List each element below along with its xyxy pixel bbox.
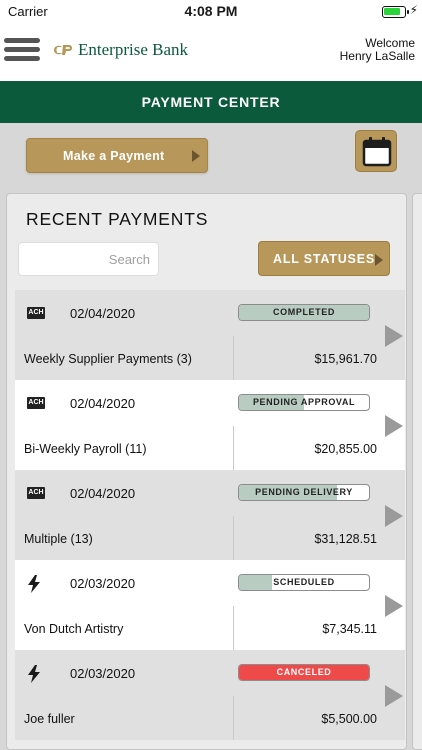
all-statuses-filter-button[interactable]: ALL STATUSES xyxy=(258,241,390,276)
payment-row[interactable]: ACH 02/04/2020 PENDING APPROVAL Bi-Weekly P… xyxy=(15,380,405,470)
payment-amount: $5,500.00 xyxy=(321,712,377,726)
status-text: PENDING APPROVAL xyxy=(252,397,356,407)
row-divider xyxy=(233,516,234,560)
wire-bolt-icon xyxy=(27,665,45,683)
row-divider xyxy=(233,606,234,650)
status-badge: SCHEDULED xyxy=(238,574,370,591)
brand-logo: Enterprise Bank xyxy=(52,38,188,62)
chevron-right-icon[interactable] xyxy=(385,505,403,527)
payment-date: 02/03/2020 xyxy=(70,666,136,681)
row-divider xyxy=(233,696,234,740)
user-name: Henry LaSalle xyxy=(339,49,415,63)
row-divider xyxy=(233,426,234,470)
payee-name: Von Dutch Artistry xyxy=(24,622,124,636)
payment-date: 02/04/2020 xyxy=(70,486,136,501)
chevron-right-icon[interactable] xyxy=(385,325,403,347)
payment-row[interactable]: 02/03/2020 SCHEDULED Von Dutch Artistry $7,… xyxy=(15,560,405,650)
welcome-message: Welcome Henry LaSalle xyxy=(340,37,415,63)
search-input[interactable] xyxy=(18,242,159,276)
payment-date: 02/04/2020 xyxy=(70,396,136,411)
status-badge: PENDING DELIVERY xyxy=(238,484,370,501)
payment-row[interactable]: ACH 02/04/2020 COMPLETED Weekly Supplier Pa… xyxy=(15,290,405,380)
payee-name: Weekly Supplier Payments (3) xyxy=(24,352,192,366)
payment-row[interactable]: ACH 02/04/2020 PENDING DELIVERY Multiple (1… xyxy=(15,470,405,560)
play-arrow-icon xyxy=(192,150,200,162)
status-text: PENDING DELIVERY xyxy=(255,487,353,497)
status-badge: COMPLETED xyxy=(238,304,370,321)
chevron-right-icon[interactable] xyxy=(385,595,403,617)
make-payment-label: Make a Payment xyxy=(63,149,165,163)
ach-icon: ACH xyxy=(27,307,45,319)
status-badge: PENDING APPROVAL xyxy=(238,394,370,411)
page-title: PAYMENT CENTER xyxy=(141,94,281,110)
payee-name: Joe fuller xyxy=(24,712,75,726)
status-text: SCHEDULED xyxy=(273,577,335,587)
menu-icon[interactable] xyxy=(4,38,40,64)
payment-amount: $31,128.51 xyxy=(314,532,377,546)
play-arrow-icon xyxy=(375,254,383,266)
payee-name: Multiple (13) xyxy=(24,532,93,546)
make-payment-button[interactable]: Make a Payment xyxy=(26,138,208,173)
ach-icon: ACH xyxy=(27,397,45,409)
payment-amount: $20,855.00 xyxy=(314,442,377,456)
status-text: COMPLETED xyxy=(273,307,335,317)
ach-icon: ACH xyxy=(27,487,45,499)
status-badge: CANCELED xyxy=(238,664,370,681)
chevron-right-icon[interactable] xyxy=(385,685,403,707)
recent-payments-title: RECENT PAYMENTS xyxy=(26,209,209,229)
chevron-right-icon[interactable] xyxy=(385,415,403,437)
payment-date: 02/04/2020 xyxy=(70,306,136,321)
title-bar: PAYMENT CENTER xyxy=(0,81,422,123)
charging-icon: ⚡ xyxy=(409,3,418,17)
payments-list: ACH 02/04/2020 COMPLETED Weekly Supplier Pa… xyxy=(15,290,405,740)
row-divider xyxy=(233,336,234,380)
payment-date: 02/03/2020 xyxy=(70,576,136,591)
all-statuses-label: ALL STATUSES xyxy=(273,252,375,266)
status-text: CANCELED xyxy=(276,667,332,677)
payment-row[interactable]: 02/03/2020 CANCELED Joe fuller $5,500.00 xyxy=(15,650,405,740)
logo-mark-icon xyxy=(52,43,74,57)
battery-icon xyxy=(382,6,409,18)
next-panel-edge xyxy=(412,193,422,750)
brand-name: Enterprise Bank xyxy=(78,40,188,59)
recent-payments-card: RECENT PAYMENTS ALL STATUSES ACH 02/04/20… xyxy=(6,193,407,750)
payment-amount: $7,345.11 xyxy=(322,622,377,636)
status-bar: Carrier 4:08 PM ⚡ xyxy=(0,0,422,22)
payment-amount: $15,961.70 xyxy=(314,352,377,366)
payee-name: Bi-Weekly Payroll (11) xyxy=(24,442,147,456)
calendar-button[interactable] xyxy=(355,130,397,172)
clock: 4:08 PM xyxy=(184,3,238,19)
calendar-icon xyxy=(362,137,392,167)
app-header: Enterprise Bank Welcome Henry LaSalle xyxy=(0,22,422,81)
wire-bolt-icon xyxy=(27,575,45,593)
